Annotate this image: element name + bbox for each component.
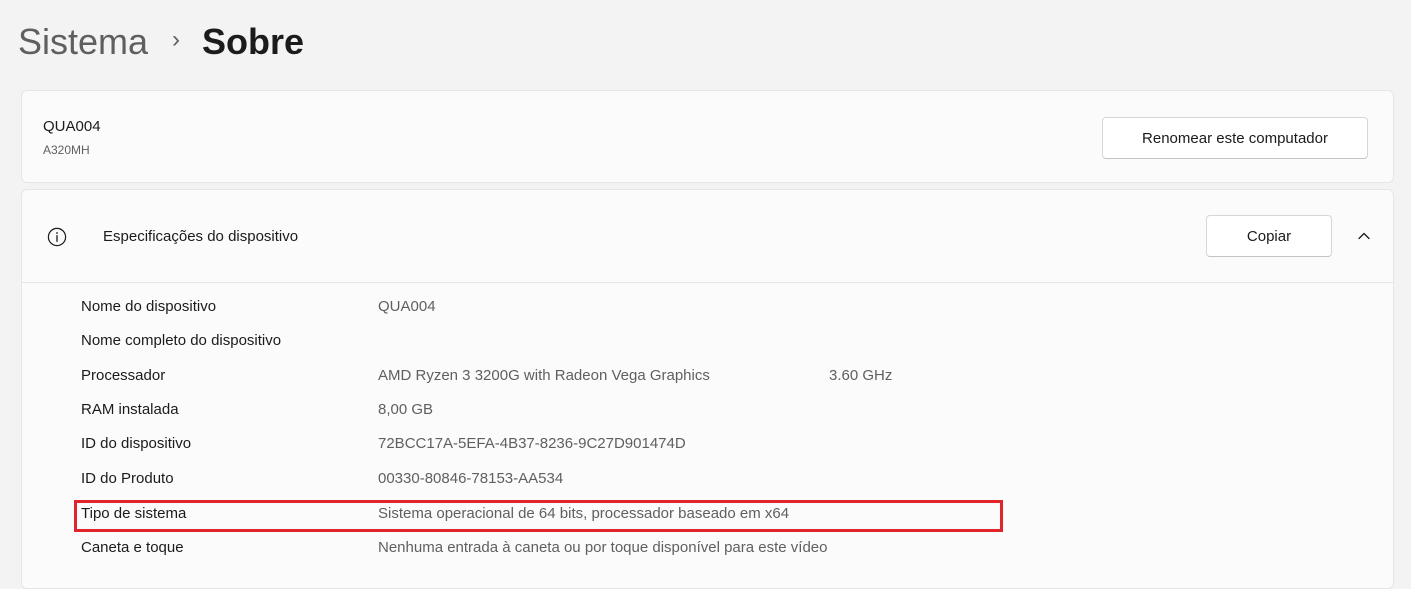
breadcrumb: Sistema › Sobre xyxy=(18,14,304,70)
device-name: QUA004 xyxy=(43,118,101,135)
spec-label: Nome do dispositivo xyxy=(81,298,217,315)
spec-row-ram: RAM instalada 8,00 GB xyxy=(81,397,1281,425)
device-card: QUA004 A320MH Renomear este computador xyxy=(21,90,1394,183)
spec-value[interactable]: 8,00 GB xyxy=(378,401,433,418)
spec-value[interactable]: 72BCC17A-5EFA-4B37-8236-9C27D901474D xyxy=(378,435,686,452)
processor-speed[interactable]: 3.60 GHz xyxy=(829,367,892,384)
spec-row-product-id: ID do Produto 00330-80846-78153-AA534 xyxy=(81,466,1281,494)
highlight-box-system-type xyxy=(74,500,1003,532)
spec-label: Caneta e toque xyxy=(81,539,184,556)
spec-label: Nome completo do dispositivo xyxy=(81,332,282,349)
spec-row-device-id: ID do dispositivo 72BCC17A-5EFA-4B37-823… xyxy=(81,431,1281,459)
spec-row-processor: Processador AMD Ryzen 3 3200G with Radeo… xyxy=(81,363,1281,391)
device-model: A320MH xyxy=(43,143,90,157)
breadcrumb-parent[interactable]: Sistema xyxy=(18,21,148,63)
chevron-up-icon[interactable] xyxy=(1356,228,1372,244)
spec-label: ID do Produto xyxy=(81,470,174,487)
spec-label: ID do dispositivo xyxy=(81,435,192,452)
spec-value[interactable]: AMD Ryzen 3 3200G with Radeon Vega Graph… xyxy=(378,367,710,384)
info-icon xyxy=(47,227,67,247)
spec-value[interactable]: 00330-80846-78153-AA534 xyxy=(378,470,563,487)
copy-button[interactable]: Copiar xyxy=(1206,215,1332,257)
spec-value[interactable]: Nenhuma entrada à caneta ou por toque di… xyxy=(378,539,827,556)
breadcrumb-separator-icon: › xyxy=(172,26,181,53)
spec-row-full-device-name: Nome completo do dispositivo xyxy=(81,328,1281,356)
rename-computer-button[interactable]: Renomear este computador xyxy=(1102,117,1368,159)
device-specs-title: Especificações do dispositivo xyxy=(103,228,299,245)
spec-row-device-name: Nome do dispositivo QUA004 xyxy=(81,294,1281,322)
device-specs-header[interactable]: Especificações do dispositivo Copiar xyxy=(22,190,1393,283)
spec-value[interactable]: QUA004 xyxy=(378,298,436,315)
spec-label: RAM instalada xyxy=(81,401,179,418)
spec-row-pen-touch: Caneta e toque Nenhuma entrada à caneta … xyxy=(81,535,1281,563)
page-title: Sobre xyxy=(202,21,305,62)
spec-label: Processador xyxy=(81,367,166,384)
